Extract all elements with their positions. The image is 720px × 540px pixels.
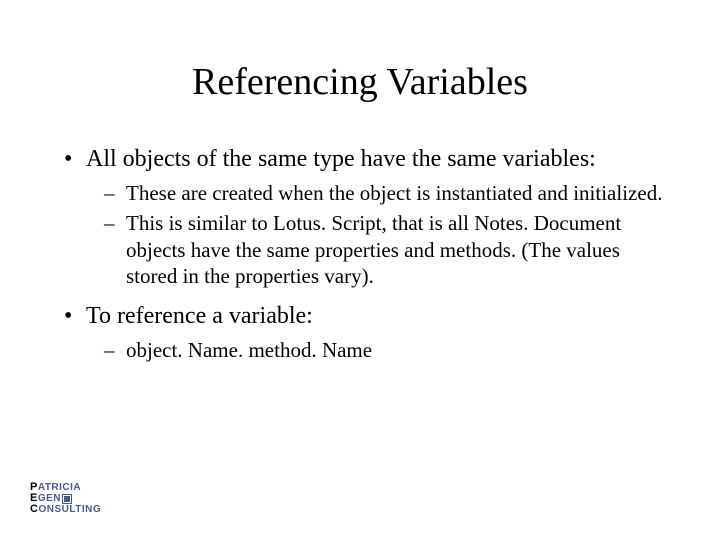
slide-content: All objects of the same type have the sa… [50, 144, 670, 363]
logo-square-icon [62, 494, 72, 504]
bullet-level2: This is similar to Lotus. Script, that i… [60, 210, 670, 289]
logo-line-2: EGEN [30, 493, 112, 504]
bullet-level1: To reference a variable: [60, 301, 670, 331]
bullet-level2: object. Name. method. Name [60, 337, 670, 363]
spacer [60, 293, 670, 301]
logo-initial: C [30, 504, 38, 515]
logo-rest: ONSULTING [38, 504, 101, 515]
slide: Referencing Variables All objects of the… [0, 0, 720, 540]
company-logo: PATRICIA EGEN CONSULTING [30, 482, 112, 518]
slide-title: Referencing Variables [50, 60, 670, 104]
logo-rest: ATRICIA [38, 482, 81, 493]
logo-line-3: CONSULTING [30, 504, 112, 515]
bullet-level2: These are created when the object is ins… [60, 180, 670, 206]
bullet-level1: All objects of the same type have the sa… [60, 144, 670, 174]
logo-line-1: PATRICIA [30, 482, 112, 493]
logo-rest: GEN [38, 493, 61, 504]
